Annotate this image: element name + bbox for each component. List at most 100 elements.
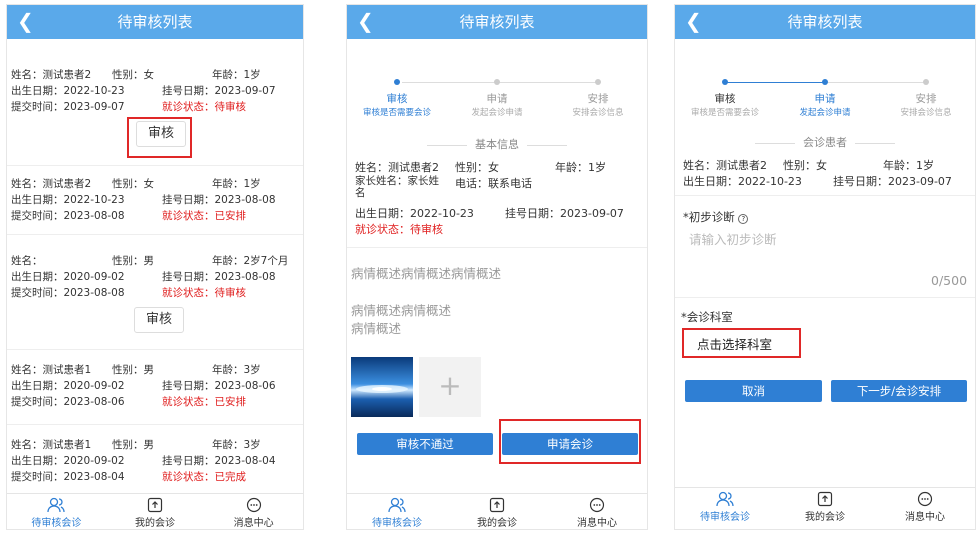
department-label: *会诊科室: [681, 310, 733, 324]
header: ❮ 待审核列表: [7, 5, 303, 39]
step-dot: [722, 79, 728, 85]
patient-name: 姓名：测试患者2: [11, 178, 92, 190]
submit-time: 提交时间：2023-08-08: [11, 210, 125, 222]
page-title: 待审核列表: [117, 13, 193, 31]
diagnosis-input[interactable]: 请输入初步诊断: [689, 229, 777, 248]
screen-pending-list: ❮ 待审核列表 姓名：测试患者2 性别：女 年龄：1岁 出生日期：2022-10…: [6, 4, 304, 530]
patient-name: 姓名：测试患者2: [683, 159, 767, 172]
screen-audit-detail: ❮ 待审核列表 审核 审核是否需要会诊 申请 发起会诊申请 安排 安排会诊信息 基本信…: [346, 4, 648, 530]
char-counter: 0/500: [931, 273, 968, 288]
patient-name: 姓名：测试患者1: [11, 439, 92, 451]
patient-gender: 性别：男: [112, 255, 154, 267]
birth-date: 出生日期：2022-10-23: [355, 207, 474, 220]
step-indicator: 审核 审核是否需要会诊 申请 发起会诊申请 安排 安排会诊信息: [675, 45, 975, 118]
status-badge: 就诊状态：已安排: [162, 210, 246, 222]
submit-time: 提交时间：2023-09-07: [11, 101, 125, 113]
status-badge: 就诊状态：待审核: [355, 223, 443, 236]
light-image-icon: [356, 385, 408, 393]
patient-age: 年龄：1岁: [883, 159, 934, 172]
tab-bar: 待审核会诊 我的会诊 消息中心: [675, 487, 975, 529]
step-apply: 申请 发起会诊申请: [799, 93, 851, 118]
patient-age: 年龄：1岁: [555, 161, 606, 174]
section-title: 基本信息: [347, 136, 647, 152]
back-icon[interactable]: ❮: [357, 5, 374, 37]
tab-my-consult[interactable]: 我的会诊: [447, 494, 547, 529]
message-icon: [589, 497, 605, 513]
list-item[interactable]: 姓名：测试患者1 性别：男 年龄：3岁 出生日期：2020-09-02 挂号日期…: [7, 425, 303, 495]
divider: [675, 195, 975, 196]
step-line-done: [725, 82, 825, 83]
message-icon: [917, 491, 933, 507]
list-item[interactable]: 姓名：测试患者2 性别：女 年龄：1岁 出生日期：2022-10-23 挂号日期…: [7, 166, 303, 235]
submit-time: 提交时间：2023-08-04: [11, 471, 125, 483]
divider: [675, 297, 975, 298]
page-title: 待审核列表: [787, 13, 863, 31]
users-icon: [388, 497, 406, 513]
tab-message-center[interactable]: 消息中心: [875, 488, 975, 529]
section-title: 会诊患者: [675, 134, 975, 150]
patient-name: 姓名：测试患者1: [11, 364, 92, 376]
upload-box-icon: [489, 497, 505, 513]
condition-summary: 病情概述病情概述病情概述: [351, 266, 502, 281]
attachment-image[interactable]: [351, 357, 413, 417]
step-arrange: 安排 安排会诊信息: [900, 93, 952, 118]
back-icon[interactable]: ❮: [17, 5, 34, 37]
tab-message-center[interactable]: 消息中心: [547, 494, 647, 529]
patient-gender: 性别：男: [112, 364, 154, 376]
patient-name: 姓名：测试患者2: [355, 161, 439, 174]
register-date: 挂号日期：2023-09-07: [505, 207, 624, 220]
step-arrange: 安排 安排会诊信息: [572, 93, 624, 118]
step-dot: [822, 79, 828, 85]
submit-time: 提交时间：2023-08-08: [11, 287, 125, 299]
tab-message-center[interactable]: 消息中心: [204, 494, 303, 529]
register-date: 挂号日期：2023-09-07: [833, 175, 952, 188]
upload-box-icon: [817, 491, 833, 507]
back-icon[interactable]: ❮: [685, 5, 702, 37]
register-date: 挂号日期：2023-08-06: [162, 380, 276, 392]
parent-name: 家长姓名：家长姓名: [355, 175, 439, 199]
birth-date: 出生日期：2020-09-02: [11, 455, 125, 467]
add-image-icon[interactable]: +: [419, 357, 481, 417]
patient-age: 年龄：2岁7个月: [212, 255, 289, 267]
cancel-button[interactable]: 取消: [685, 380, 822, 402]
list-item[interactable]: 姓名：测试患者1 性别：男 年龄：3岁 出生日期：2020-09-02 挂号日期…: [7, 350, 303, 425]
header: ❮ 待审核列表: [675, 5, 975, 39]
tab-pending-consult[interactable]: 待审核会诊: [7, 494, 106, 529]
patient-name: 姓名：: [11, 255, 43, 267]
condition-summary: 病情概述病情概述: [351, 303, 452, 318]
tab-my-consult[interactable]: 我的会诊: [106, 494, 205, 529]
list-item[interactable]: 姓名： 性别：男 年龄：2岁7个月 出生日期：2020-09-02 挂号日期：2…: [7, 235, 303, 350]
condition-summary: 病情概述: [351, 321, 402, 336]
tab-my-consult[interactable]: 我的会诊: [775, 488, 875, 529]
patient-gender: 性别：女: [112, 69, 154, 81]
step-audit: 审核 审核是否需要会诊: [362, 93, 431, 118]
tab-bar: 待审核会诊 我的会诊 消息中心: [347, 493, 647, 529]
patient-gender: 性别：女: [455, 161, 499, 174]
tab-bar: 待审核会诊 我的会诊 消息中心: [7, 493, 303, 529]
step-indicator: 审核 审核是否需要会诊 申请 发起会诊申请 安排 安排会诊信息: [347, 45, 647, 118]
tab-pending-consult[interactable]: 待审核会诊: [347, 494, 447, 529]
diagnosis-label: *初步诊断 ?: [683, 209, 749, 225]
register-date: 挂号日期：2023-08-08: [162, 194, 276, 206]
next-arrange-button[interactable]: 下一步/会诊安排: [831, 380, 967, 402]
screen-consult-apply: ❮ 待审核列表 审核 审核是否需要会诊 申请 发起会诊申请 安排 安排会诊信息 会诊患…: [674, 4, 976, 530]
patient-age: 年龄：1岁: [212, 178, 261, 190]
patient-gender: 性别：女: [112, 178, 154, 190]
audit-button[interactable]: 审核: [134, 307, 184, 333]
step-dot: [595, 79, 601, 85]
step-dot: [494, 79, 500, 85]
help-circle-icon: ?: [738, 214, 749, 224]
step-dot: [923, 79, 929, 85]
status-badge: 就诊状态：待审核: [162, 101, 246, 113]
birth-date: 出生日期：2022-10-23: [11, 85, 125, 97]
status-badge: 就诊状态：待审核: [162, 287, 246, 299]
submit-time: 提交时间：2023-08-06: [11, 396, 125, 408]
phone-number: 电话：联系电话: [455, 177, 532, 190]
tab-pending-consult[interactable]: 待审核会诊: [675, 488, 775, 529]
birth-date: 出生日期：2022-10-23: [683, 175, 802, 188]
step-line: [825, 82, 925, 83]
patient-name: 姓名：测试患者2: [11, 69, 92, 81]
patient-age: 年龄：3岁: [212, 439, 261, 451]
reject-button[interactable]: 审核不通过: [357, 433, 493, 455]
users-icon: [716, 491, 734, 507]
